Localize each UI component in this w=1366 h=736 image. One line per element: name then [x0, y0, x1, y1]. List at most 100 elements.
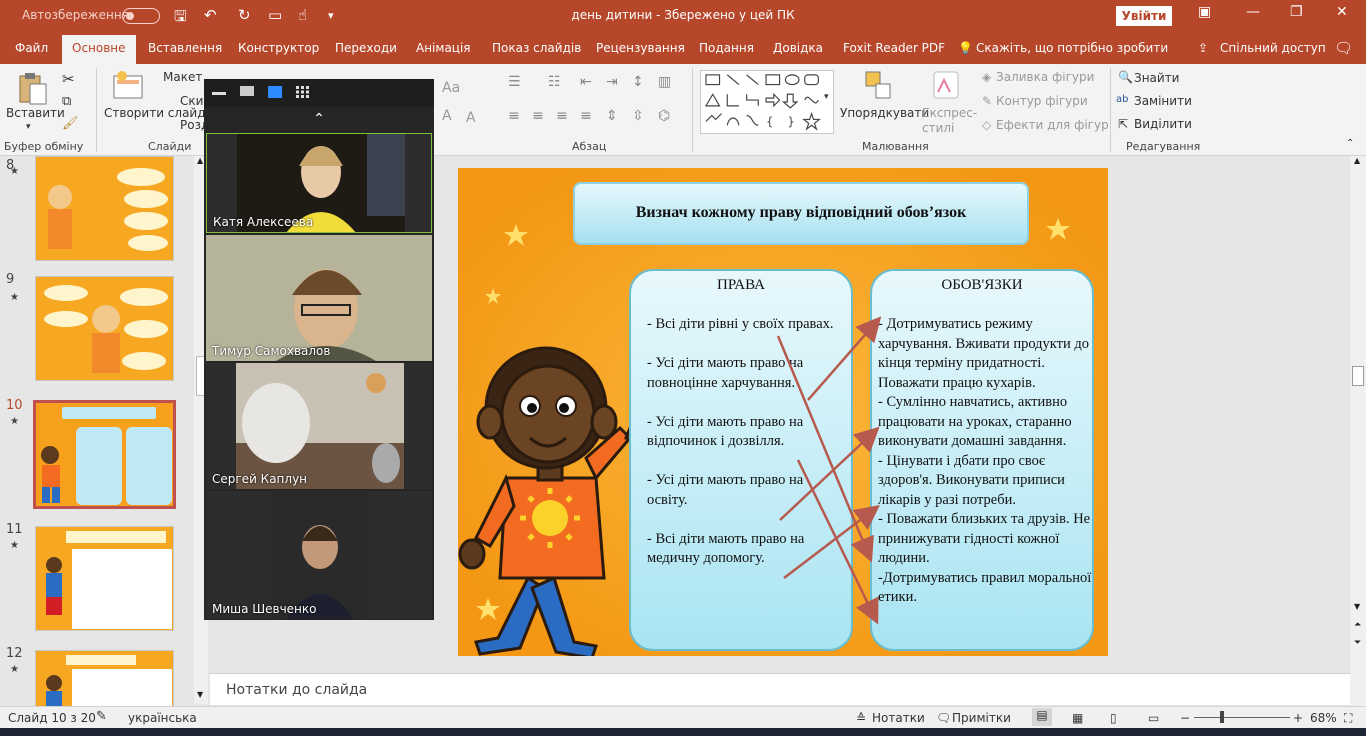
slide-title[interactable]: Визнач кожному праву відповідний обов’яз… — [573, 182, 1029, 245]
participant-tile[interactable]: Сергей Каплун — [206, 363, 432, 489]
columns-icon[interactable]: ▥ — [658, 74, 671, 90]
reset-button[interactable]: Ски — [180, 94, 203, 108]
scroll-up-icon[interactable]: ▲ — [197, 156, 203, 165]
notes-pane[interactable]: Нотатки до слайда — [210, 673, 1350, 705]
shape-effects-button[interactable]: Ефекти для фігур — [996, 118, 1109, 132]
smartart-icon[interactable]: ⌬ — [658, 108, 670, 124]
shape-outline-icon[interactable]: ✎ — [982, 94, 992, 108]
comments-button[interactable]: Примітки — [952, 711, 1011, 725]
thumbnail-slide-12[interactable] — [35, 650, 174, 706]
text-shadow-icon[interactable]: A — [466, 110, 476, 126]
shape-fill-icon[interactable]: ◈ — [982, 70, 991, 84]
strip-view-icon[interactable] — [268, 86, 282, 98]
scroll-thumb[interactable] — [1352, 366, 1364, 386]
arrange-button[interactable]: Упорядкувати — [840, 106, 929, 120]
previous-slide-icon[interactable]: ⏶ — [1354, 620, 1361, 630]
participant-tile[interactable]: Катя Алексеева — [206, 133, 432, 233]
tab-insert[interactable]: Вставлення — [148, 41, 222, 55]
tab-slideshow[interactable]: Показ слайдів — [492, 41, 581, 55]
ribbon-display-icon[interactable]: ▣ — [1198, 4, 1211, 20]
reading-view-icon[interactable]: ▯ — [1110, 711, 1117, 725]
shape-outline-button[interactable]: Контур фігури — [996, 94, 1088, 108]
fit-slide-icon[interactable]: ⛶ — [1344, 711, 1352, 726]
tell-me-search[interactable]: Скажіть, що потрібно зробити — [976, 41, 1168, 55]
minimize-icon[interactable]: — — [1246, 4, 1260, 20]
tab-help[interactable]: Довідка — [773, 41, 823, 55]
shape-effects-icon[interactable]: ◇ — [982, 118, 991, 132]
comments-icon[interactable]: 🗨 — [1334, 39, 1353, 57]
thumbnail-slide-8[interactable] — [35, 156, 174, 261]
select-button[interactable]: Виділити — [1134, 117, 1192, 131]
tab-view[interactable]: Подання — [699, 41, 754, 55]
thumbnail-slide-9[interactable] — [35, 276, 174, 381]
shape-fill-button[interactable]: Заливка фігури — [996, 70, 1094, 84]
paste-icon[interactable] — [17, 72, 49, 106]
comments-status-icon[interactable]: 🗨 — [936, 711, 951, 725]
tab-design[interactable]: Конструктор — [238, 41, 319, 55]
tab-foxit[interactable]: Foxit Reader PDF — [843, 41, 945, 55]
tab-transitions[interactable]: Переходи — [335, 41, 397, 55]
tab-animations[interactable]: Анімація — [416, 41, 471, 55]
zoom-slider-thumb[interactable] — [1220, 711, 1224, 723]
line-spacing-icon[interactable]: ↕ — [632, 74, 644, 90]
close-icon[interactable]: ✕ — [1336, 4, 1348, 20]
justify-icon[interactable]: ≡ — [580, 108, 592, 124]
align-center-icon[interactable]: ≡ — [532, 108, 544, 124]
tab-file[interactable]: Файл — [15, 41, 48, 55]
share-icon[interactable]: ⇪ — [1198, 41, 1208, 55]
sign-in-button[interactable]: Увійти — [1116, 6, 1172, 26]
arrange-icon[interactable] — [864, 70, 894, 102]
find-button[interactable]: Знайти — [1134, 71, 1179, 85]
tab-review[interactable]: Рецензування — [596, 41, 685, 55]
align-text-icon[interactable]: ⇳ — [632, 108, 644, 124]
collapse-ribbon-icon[interactable]: ⌃ — [1346, 138, 1354, 149]
paste-button[interactable]: Вставити — [6, 106, 65, 120]
numbering-icon[interactable]: ☷ — [548, 74, 561, 90]
align-left-icon[interactable]: ≡ — [508, 108, 520, 124]
format-painter-icon[interactable]: 🖌 — [62, 116, 79, 131]
new-slide-icon[interactable] — [112, 70, 146, 100]
rights-box[interactable]: ПРАВА - Всі діти рівні у своїх правах. -… — [629, 269, 853, 651]
zoom-in-icon[interactable]: + — [1293, 711, 1303, 725]
bullets-icon[interactable]: ☰ — [508, 74, 521, 90]
quick-styles-icon[interactable] — [932, 70, 962, 102]
restore-icon[interactable]: ❐ — [1290, 4, 1303, 20]
participant-tile[interactable]: Тимур Самохвалов — [206, 235, 432, 361]
minimize-view-icon[interactable] — [212, 92, 226, 95]
slide-sorter-icon[interactable]: ▦ — [1072, 711, 1083, 725]
shapes-more-icon[interactable]: ▾ — [824, 92, 829, 102]
scroll-up-chevron-icon[interactable]: ⌃ — [204, 107, 434, 133]
quick-styles-button[interactable]: Експрес-стилі — [922, 106, 978, 136]
scroll-down-icon[interactable]: ▼ — [197, 690, 203, 699]
next-slide-icon[interactable]: ⏷ — [1354, 638, 1361, 648]
slideshow-view-icon[interactable]: ▭ — [1148, 711, 1159, 725]
thumbnail-slide-11[interactable] — [35, 526, 174, 631]
slide-scrollbar[interactable]: ▲ ▼ ⏶ ⏷ — [1350, 156, 1366, 706]
duties-box[interactable]: ОБОВ'ЯЗКИ - Дотримуватись режиму харчува… — [870, 269, 1094, 651]
replace-button[interactable]: Замінити — [1134, 94, 1192, 108]
tab-home[interactable]: Основне — [62, 35, 136, 64]
layout-button[interactable]: Макет — [163, 70, 202, 84]
align-right-icon[interactable]: ≡ — [556, 108, 568, 124]
zoom-slider[interactable] — [1194, 717, 1290, 718]
zoom-out-icon[interactable]: − — [1180, 711, 1190, 725]
share-button[interactable]: Спільний доступ — [1220, 41, 1326, 55]
gallery-view-icon[interactable] — [296, 86, 310, 98]
font-color-icon[interactable]: A — [442, 108, 452, 124]
text-direction-icon[interactable]: ⇕ — [606, 108, 618, 124]
slide-canvas[interactable]: Визнач кожному праву відповідний обов’яз… — [458, 168, 1108, 656]
decrease-indent-icon[interactable]: ⇤ — [580, 74, 592, 90]
scroll-up-icon[interactable]: ▲ — [1354, 156, 1360, 165]
thumbnail-slide-10[interactable] — [33, 400, 176, 509]
zoom-level[interactable]: 68% — [1310, 711, 1337, 725]
change-case-icon[interactable]: Aa — [442, 80, 460, 96]
zoom-video-panel[interactable]: ⌃ Катя Алексеева Тимур Самохвалов Сергей… — [204, 79, 434, 620]
single-view-icon[interactable] — [240, 86, 254, 96]
increase-indent-icon[interactable]: ⇥ — [606, 74, 618, 90]
paste-dropdown-icon[interactable]: ▾ — [26, 122, 31, 132]
notes-button[interactable]: Нотатки — [872, 711, 925, 725]
scroll-down-icon[interactable]: ▼ — [1354, 602, 1360, 611]
spellcheck-icon[interactable]: ✎ — [96, 709, 107, 724]
copy-icon[interactable]: ⧉ — [62, 94, 71, 109]
language-indicator[interactable]: українська — [128, 711, 197, 725]
